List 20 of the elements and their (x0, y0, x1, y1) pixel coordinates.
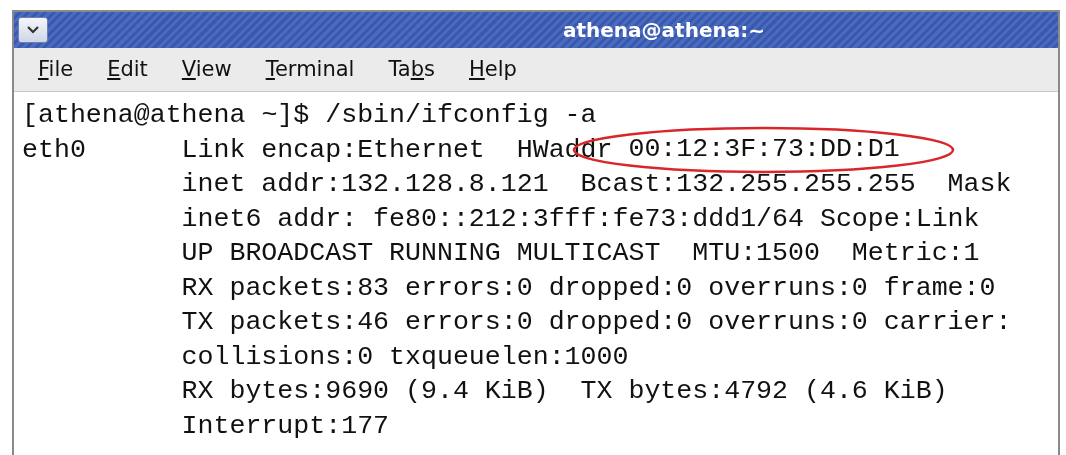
output-line: collisions:0 txqueuelen:1000 (181, 340, 629, 374)
interface-name: eth0 (22, 133, 87, 167)
menu-item[interactable]: Terminal (255, 51, 365, 88)
output-line: inet6 addr: fe80::212:3fff:fe73:ddd1/64 Scope:Link (181, 202, 980, 236)
output-line: TX packets:46 errors:0 dropped:0 overruns:0 carrier: (181, 306, 1012, 339)
window-title: athena@athena:~ (563, 17, 765, 44)
window-menu-button[interactable] (18, 17, 48, 43)
menu-item[interactable]: View (171, 51, 242, 88)
menu-item[interactable]: Help (459, 51, 527, 88)
menu-item[interactable]: File (28, 51, 84, 88)
output-line: Interrupt:177 (181, 409, 390, 443)
command-line: [athena@athena ~]$ /sbin/ifconfig -a (22, 99, 597, 132)
output-line: RX bytes:9690 (9.4 KiB) TX bytes:4792 (4.6 KiB) (181, 375, 948, 408)
mac-address: 00:12:3F:73:DD:D1 (628, 136, 900, 164)
output-line: UP BROADCAST RUNNING MULTICAST MTU:1500 Metric:1 (181, 237, 980, 270)
output-line: inet addr:132.128.8.121 Bcast:132.255.255.255 Mask (181, 168, 1012, 201)
output-line: RX packets:83 errors:0 dropped:0 overruns:0 frame:0 (181, 271, 996, 305)
chevron-down-icon (26, 25, 40, 35)
menu-item[interactable]: Tabs (378, 51, 445, 88)
menu-item[interactable]: Edit (97, 51, 158, 88)
